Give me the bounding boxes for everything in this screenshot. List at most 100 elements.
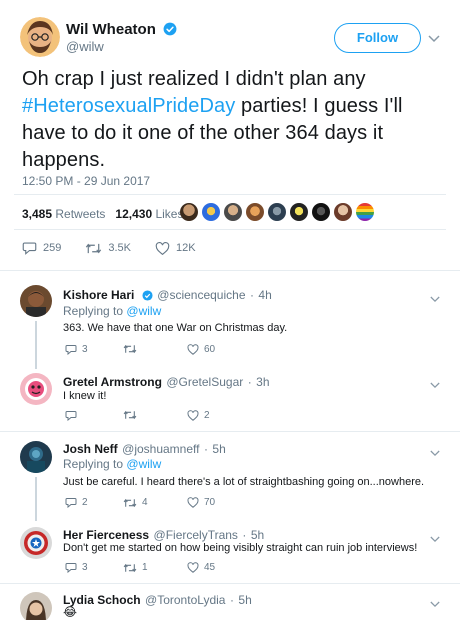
liker-avatar[interactable] <box>268 203 286 221</box>
reply-author-handle[interactable]: @joshuamneff <box>122 442 199 456</box>
author-handle[interactable]: @wilw <box>66 39 104 54</box>
reply-age[interactable]: 4h <box>258 288 271 302</box>
retweet-icon <box>123 410 137 420</box>
thread-line <box>35 321 37 369</box>
divider <box>0 270 460 271</box>
reply-age[interactable]: 3h <box>256 375 269 389</box>
retweet-icon <box>123 563 137 572</box>
liker-avatar[interactable] <box>180 203 198 221</box>
tweet-timestamp[interactable]: 12:50 PM - 29 Jun 2017 <box>22 174 150 188</box>
reply-icon <box>65 345 77 355</box>
like-button[interactable]: 70 <box>187 497 215 508</box>
liker-avatar[interactable] <box>290 203 308 221</box>
reply-author-handle[interactable]: @sciencequiche <box>157 288 245 302</box>
liker-avatar[interactable] <box>246 203 264 221</box>
reply-icon <box>65 563 77 573</box>
retweet-button[interactable]: 4 <box>123 497 148 508</box>
retweet-count: 3.5K <box>108 242 131 254</box>
reply-avatar[interactable] <box>20 441 52 473</box>
replying-to-prefix: Replying to <box>63 457 124 471</box>
retweet-icon <box>86 243 102 253</box>
chevron-down-icon[interactable] <box>430 376 440 394</box>
reply-avatar[interactable] <box>20 285 52 317</box>
divider <box>0 431 460 432</box>
like-button[interactable]: 12K <box>155 241 196 255</box>
author-avatar[interactable] <box>20 17 60 57</box>
like-button[interactable]: 60 <box>187 344 215 355</box>
liker-avatar-rainbow[interactable] <box>356 203 374 221</box>
reply-button[interactable]: 259 <box>22 241 61 255</box>
reply-age[interactable]: 5h <box>212 442 225 456</box>
retweet-icon <box>123 344 137 354</box>
separator-dot: · <box>249 288 254 302</box>
reply-avatar[interactable] <box>20 527 52 559</box>
author-name: Wil Wheaton <box>66 21 156 38</box>
liker-avatar[interactable] <box>202 203 220 221</box>
reply-actions: 3 1 45 <box>63 562 263 576</box>
reply-count: 259 <box>43 242 62 254</box>
retweets-stat[interactable]: 3,485 Retweets <box>22 207 105 221</box>
liker-avatar[interactable] <box>224 203 242 221</box>
reply-header: Kishore Hari @sciencequiche · 4h <box>63 286 272 304</box>
reply-count: 2 <box>82 497 88 508</box>
like-count: 70 <box>204 497 216 508</box>
divider <box>0 583 460 584</box>
reply-author-name[interactable]: Kishore Hari <box>63 288 134 302</box>
reply-actions: 2 4 70 <box>63 497 263 511</box>
reply-actions: 3 60 <box>63 344 263 358</box>
chevron-down-icon[interactable] <box>430 530 440 548</box>
chevron-down-icon[interactable] <box>430 595 440 613</box>
replying-to: Replying to @wilw <box>63 304 161 318</box>
verified-badge-icon <box>142 290 153 301</box>
like-count: 45 <box>204 562 216 573</box>
retweet-count: 1 <box>142 562 148 573</box>
liker-avatar[interactable] <box>312 203 330 221</box>
reply-text: 363. We have that one War on Christmas d… <box>63 322 288 334</box>
tweet-actions: 259 3.5K 12K <box>22 241 196 255</box>
liker-avatar[interactable] <box>334 203 352 221</box>
author-name-row[interactable]: Wil Wheaton <box>66 21 177 39</box>
reply-avatar[interactable] <box>20 373 52 405</box>
verified-badge-icon <box>163 22 177 36</box>
reply-button[interactable]: 3 <box>65 344 88 355</box>
heart-icon <box>187 410 199 421</box>
retweet-button[interactable] <box>123 344 142 354</box>
reply-author-name[interactable]: Her Fierceness <box>63 528 149 542</box>
chevron-down-icon[interactable] <box>430 290 440 308</box>
retweet-button[interactable] <box>123 410 142 420</box>
liker-avatars <box>180 203 374 221</box>
reply-age[interactable]: 5h <box>251 528 264 542</box>
tweet-text-start: Oh crap I just realized I didn't plan an… <box>22 68 366 90</box>
reply-button[interactable] <box>65 410 82 421</box>
like-button[interactable]: 2 <box>187 410 210 421</box>
divider <box>14 229 446 230</box>
chevron-down-icon[interactable] <box>428 30 440 48</box>
reply-author-name[interactable]: Gretel Armstrong <box>63 375 162 389</box>
reply-author-handle[interactable]: @TorontoLydia <box>145 593 225 607</box>
follow-button[interactable]: Follow <box>334 23 421 53</box>
reply-button[interactable]: 2 <box>65 497 88 508</box>
chevron-down-icon[interactable] <box>430 444 440 462</box>
reply-author-handle[interactable]: @FiercelyTrans <box>154 528 238 542</box>
reply-author-name[interactable]: Josh Neff <box>63 442 118 456</box>
reply-header: Gretel Armstrong @GretelSugar · 3h <box>63 373 270 391</box>
replying-to-link[interactable]: @wilw <box>126 304 161 318</box>
likes-stat[interactable]: 12,430 Likes <box>115 207 183 221</box>
separator-dot: · <box>242 528 247 542</box>
reply-button[interactable]: 3 <box>65 562 88 573</box>
reply-text: 😂 <box>63 605 78 619</box>
separator-dot: · <box>247 375 252 389</box>
like-button[interactable]: 45 <box>187 562 215 573</box>
retweet-button[interactable]: 1 <box>123 562 148 573</box>
retweets-label: Retweets <box>55 207 106 221</box>
thread-line <box>35 477 37 521</box>
like-count: 2 <box>204 410 210 421</box>
reply-author-handle[interactable]: @GretelSugar <box>166 375 243 389</box>
retweet-button[interactable]: 3.5K <box>85 242 131 255</box>
tweet-text: Oh crap I just realized I didn't plan an… <box>22 66 442 174</box>
replying-to-link[interactable]: @wilw <box>126 457 161 471</box>
hashtag-link[interactable]: #HeterosexualPrideDay <box>22 95 235 117</box>
reply-avatar[interactable] <box>20 592 52 620</box>
reply-age[interactable]: 5h <box>238 593 251 607</box>
reply-count: 3 <box>82 562 88 573</box>
